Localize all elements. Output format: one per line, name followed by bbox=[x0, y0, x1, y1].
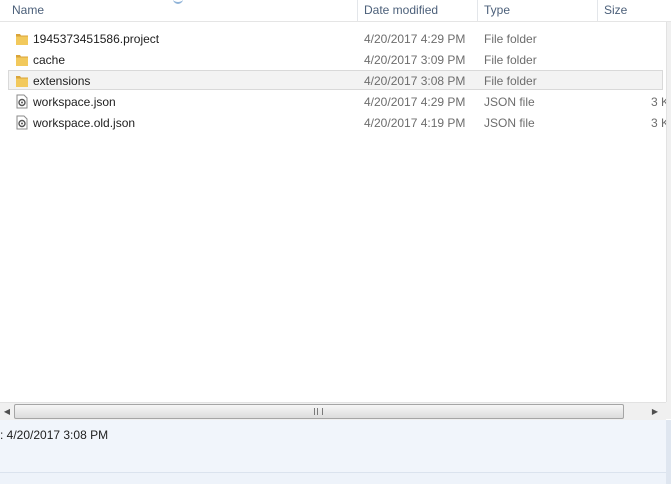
file-name: cache bbox=[33, 53, 66, 67]
file-size: 3 K bbox=[650, 116, 669, 130]
window-edge bbox=[666, 420, 671, 484]
file-type: File folder bbox=[484, 74, 537, 88]
file-date-modified: 4/20/2017 3:08 PM bbox=[364, 74, 466, 88]
horizontal-scrollbar[interactable]: ◀ ▶ bbox=[0, 402, 666, 421]
details-pane-body: : 4/20/2017 3:08 PM bbox=[0, 420, 666, 473]
list-item[interactable]: workspace.json 4/20/2017 4:29 PM JSON fi… bbox=[8, 91, 669, 111]
list-item[interactable]: workspace.old.json 4/20/2017 4:19 PM JSO… bbox=[8, 112, 669, 132]
file-size: 3 K bbox=[650, 95, 669, 109]
scroll-right-arrow-icon[interactable]: ▶ bbox=[648, 404, 662, 419]
folder-icon bbox=[16, 55, 28, 66]
file-type: File folder bbox=[484, 32, 537, 46]
file-type: JSON file bbox=[484, 116, 535, 130]
details-pane: : 4/20/2017 3:08 PM bbox=[0, 420, 671, 484]
horizontal-scroll-thumb[interactable] bbox=[14, 404, 624, 419]
file-type: JSON file bbox=[484, 95, 535, 109]
file-size bbox=[599, 71, 669, 90]
file-date-modified: 4/20/2017 4:29 PM bbox=[364, 95, 466, 109]
file-name: workspace.old.json bbox=[33, 116, 136, 130]
column-divider[interactable] bbox=[597, 0, 598, 21]
list-item[interactable]: cache 4/20/2017 3:09 PM File folder bbox=[8, 49, 663, 69]
file-type: File folder bbox=[484, 53, 537, 67]
list-item[interactable]: 1945373451586.project 4/20/2017 4:29 PM … bbox=[8, 28, 663, 48]
file-date-modified: 4/20/2017 3:09 PM bbox=[364, 53, 466, 67]
scroll-left-arrow-icon[interactable]: ◀ bbox=[0, 404, 14, 419]
file-size bbox=[599, 29, 669, 48]
file-size bbox=[599, 50, 669, 69]
file-name: extensions bbox=[33, 74, 91, 88]
folder-icon bbox=[16, 34, 28, 45]
column-header-type[interactable]: Type bbox=[484, 0, 510, 21]
file-list: 1945373451586.project 4/20/2017 4:29 PM … bbox=[0, 22, 669, 402]
json-file-icon bbox=[16, 115, 28, 130]
column-header: Name Date modified Type Size bbox=[0, 0, 671, 22]
vertical-scrollbar[interactable] bbox=[666, 22, 671, 402]
column-divider[interactable] bbox=[477, 0, 478, 21]
folder-icon bbox=[16, 76, 28, 87]
file-date-modified: 4/20/2017 4:19 PM bbox=[364, 116, 466, 130]
file-name: 1945373451586.project bbox=[33, 32, 160, 46]
column-header-size[interactable]: Size bbox=[604, 0, 627, 21]
file-date-modified: 4/20/2017 4:29 PM bbox=[364, 32, 466, 46]
file-name: workspace.json bbox=[33, 95, 116, 109]
column-header-date-modified[interactable]: Date modified bbox=[364, 0, 438, 21]
column-divider[interactable] bbox=[357, 0, 358, 21]
list-item[interactable]: extensions 4/20/2017 3:08 PM File folder bbox=[8, 70, 663, 90]
json-file-icon bbox=[16, 94, 28, 109]
grip-icon bbox=[314, 408, 323, 415]
details-date-modified: : 4/20/2017 3:08 PM bbox=[0, 428, 109, 442]
scrollbar-corner bbox=[666, 402, 671, 419]
sort-indicator-icon bbox=[173, 0, 183, 4]
column-header-name[interactable]: Name bbox=[12, 0, 44, 21]
